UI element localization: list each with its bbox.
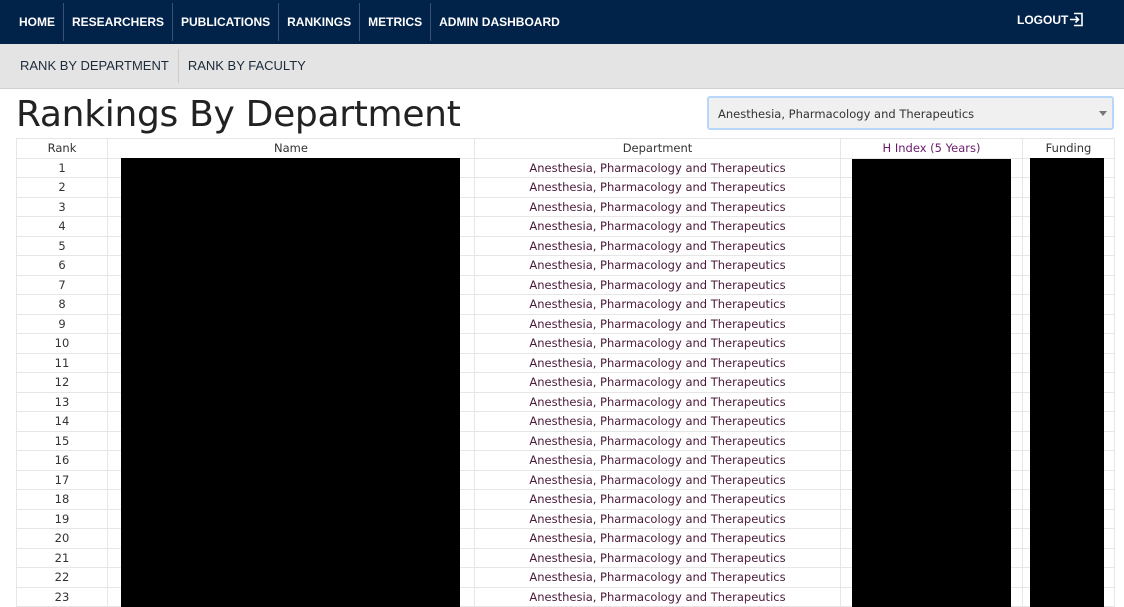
rank-cell: 14 bbox=[16, 411, 108, 432]
department-cell: Anesthesia, Pharmacology and Therapeutic… bbox=[474, 372, 841, 393]
department-cell: Anesthesia, Pharmacology and Therapeutic… bbox=[474, 586, 841, 607]
tab-rank-by-department[interactable]: RANK BY DEPARTMENT bbox=[0, 49, 179, 83]
department-select-value: Anesthesia, Pharmacology and Therapeutic… bbox=[718, 107, 975, 121]
logout-label: LOGOUT bbox=[1017, 12, 1069, 27]
nav-researchers[interactable]: RESEARCHERS bbox=[64, 3, 174, 41]
rank-cell: 15 bbox=[16, 430, 108, 451]
header-rank[interactable]: Rank bbox=[16, 138, 108, 159]
rank-cell: 7 bbox=[16, 274, 108, 295]
rank-cell: 20 bbox=[16, 528, 108, 549]
nav-home[interactable]: HOME bbox=[0, 3, 64, 41]
nav-metrics[interactable]: METRICS bbox=[360, 3, 432, 41]
rank-cell: 19 bbox=[16, 508, 108, 529]
tab-rank-by-faculty[interactable]: RANK BY FACULTY bbox=[179, 49, 315, 83]
department-cell: Anesthesia, Pharmacology and Therapeutic… bbox=[474, 294, 841, 315]
department-cell: Anesthesia, Pharmacology and Therapeutic… bbox=[474, 508, 841, 529]
redacted-names bbox=[121, 158, 460, 607]
nav-admin-dashboard[interactable]: ADMIN DASHBOARD bbox=[431, 3, 568, 41]
table-header-row: Rank Name Department H Index (5 Years) F… bbox=[16, 138, 1115, 159]
nav-rankings[interactable]: RANKINGS bbox=[279, 3, 361, 41]
department-cell: Anesthesia, Pharmacology and Therapeutic… bbox=[474, 469, 841, 490]
department-cell: Anesthesia, Pharmacology and Therapeutic… bbox=[474, 391, 841, 412]
logout-icon bbox=[1070, 12, 1084, 27]
page-title: Rankings By Department bbox=[16, 94, 461, 135]
department-cell: Anesthesia, Pharmacology and Therapeutic… bbox=[474, 157, 841, 178]
rank-cell: 13 bbox=[16, 391, 108, 412]
redacted-funding bbox=[1030, 158, 1104, 607]
department-select[interactable]: Anesthesia, Pharmacology and Therapeutic… bbox=[707, 96, 1114, 130]
header-h-index[interactable]: H Index (5 Years) bbox=[840, 138, 1023, 159]
rank-cell: 12 bbox=[16, 372, 108, 393]
department-cell: Anesthesia, Pharmacology and Therapeutic… bbox=[474, 196, 841, 217]
rank-cell: 18 bbox=[16, 489, 108, 510]
header-name[interactable]: Name bbox=[107, 138, 475, 159]
department-cell: Anesthesia, Pharmacology and Therapeutic… bbox=[474, 567, 841, 588]
department-cell: Anesthesia, Pharmacology and Therapeutic… bbox=[474, 430, 841, 451]
rank-cell: 17 bbox=[16, 469, 108, 490]
rank-cell: 22 bbox=[16, 567, 108, 588]
department-cell: Anesthesia, Pharmacology and Therapeutic… bbox=[474, 177, 841, 198]
department-cell: Anesthesia, Pharmacology and Therapeutic… bbox=[474, 333, 841, 354]
rank-cell: 8 bbox=[16, 294, 108, 315]
department-cell: Anesthesia, Pharmacology and Therapeutic… bbox=[474, 411, 841, 432]
rank-cell: 5 bbox=[16, 235, 108, 256]
nav-publications[interactable]: PUBLICATIONS bbox=[173, 3, 280, 41]
sub-nav: RANK BY DEPARTMENT RANK BY FACULTY bbox=[0, 44, 1124, 89]
rank-cell: 4 bbox=[16, 216, 108, 237]
department-cell: Anesthesia, Pharmacology and Therapeutic… bbox=[474, 274, 841, 295]
department-cell: Anesthesia, Pharmacology and Therapeutic… bbox=[474, 255, 841, 276]
department-cell: Anesthesia, Pharmacology and Therapeutic… bbox=[474, 352, 841, 373]
department-cell: Anesthesia, Pharmacology and Therapeutic… bbox=[474, 489, 841, 510]
rank-cell: 23 bbox=[16, 586, 108, 607]
rank-cell: 3 bbox=[16, 196, 108, 217]
department-cell: Anesthesia, Pharmacology and Therapeutic… bbox=[474, 528, 841, 549]
rank-cell: 16 bbox=[16, 450, 108, 471]
department-cell: Anesthesia, Pharmacology and Therapeutic… bbox=[474, 450, 841, 471]
rank-cell: 2 bbox=[16, 177, 108, 198]
rank-cell: 11 bbox=[16, 352, 108, 373]
department-cell: Anesthesia, Pharmacology and Therapeutic… bbox=[474, 216, 841, 237]
rank-cell: 21 bbox=[16, 547, 108, 568]
department-cell: Anesthesia, Pharmacology and Therapeutic… bbox=[474, 235, 841, 256]
logout-button[interactable]: LOGOUT bbox=[1017, 12, 1084, 27]
rank-cell: 10 bbox=[16, 333, 108, 354]
header-funding[interactable]: Funding bbox=[1022, 138, 1115, 159]
top-nav: HOME RESEARCHERS PUBLICATIONS RANKINGS M… bbox=[0, 0, 1124, 44]
department-cell: Anesthesia, Pharmacology and Therapeutic… bbox=[474, 313, 841, 334]
department-cell: Anesthesia, Pharmacology and Therapeutic… bbox=[474, 547, 841, 568]
rank-cell: 1 bbox=[16, 157, 108, 178]
chevron-down-icon bbox=[1099, 111, 1107, 116]
header-department[interactable]: Department bbox=[474, 138, 841, 159]
rank-cell: 9 bbox=[16, 313, 108, 334]
rank-cell: 6 bbox=[16, 255, 108, 276]
redacted-h-index bbox=[852, 159, 1011, 607]
